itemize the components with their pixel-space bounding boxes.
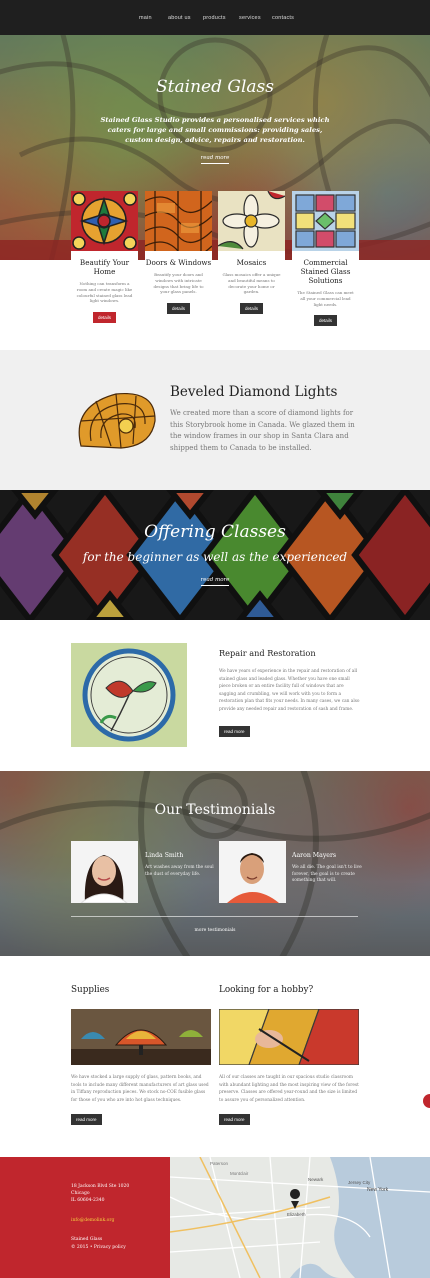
card-beautify-home: Beautify Your Home Nothing can transform…: [71, 191, 138, 327]
testimonial-quote: We all die. The goal isn't to live forev…: [292, 865, 362, 883]
card-title: Commercial Stained Glass Solutions: [300, 258, 351, 285]
footer-brand: Stained Glass: [71, 1237, 103, 1242]
supplies-read-more-button[interactable]: read more: [71, 1114, 102, 1125]
footer-address-line2: Chicago: [71, 1191, 90, 1196]
card-title: Beautify Your Home: [79, 258, 130, 276]
card-text: The Stained Glass can meet all your comm…: [297, 290, 354, 307]
hero-text: Stained Glass Studio provides a personal…: [100, 116, 330, 144]
footer-contact: 18 Jackson Blvd Ste 1020 Chicago IL 6060…: [0, 1157, 170, 1278]
hero-read-more-label[interactable]: read more: [200, 155, 230, 164]
card-doors-windows: Doors & Windows Beautify your doors and …: [144, 191, 213, 327]
map-label-new-york: New York: [367, 1187, 389, 1193]
supplies-title: Supplies: [71, 985, 110, 995]
hobby-text: All of our classes are taught in our spa…: [219, 1075, 359, 1103]
map-label-jersey-city: Jersey City: [348, 1180, 371, 1185]
card-commercial: Commercial Stained Glass Solutions The S…: [292, 191, 359, 327]
beveled-title: Beveled Diamond Lights: [170, 384, 338, 400]
card-text: Nothing can transform a room and create …: [76, 281, 133, 304]
avatar-aaron: [219, 841, 286, 903]
supplies-text: We have stocked a large supply of glass,…: [71, 1075, 209, 1103]
details-button[interactable]: details: [313, 315, 337, 327]
hobby-title: Looking for a hobby?: [219, 985, 314, 995]
map-graphic: [170, 1157, 430, 1278]
hero-read-more[interactable]: read more: [0, 155, 430, 164]
card-image-doors: [144, 191, 213, 258]
footer-email-link[interactable]: info@demolink.org: [71, 1217, 114, 1224]
scroll-top-button[interactable]: [423, 1094, 430, 1108]
nav-contacts[interactable]: contacts: [272, 15, 294, 21]
card-image-commercial: [292, 191, 359, 251]
lamp-shell-image: [78, 392, 156, 449]
testimonial-quote: Art washes away from the soul the dust o…: [145, 865, 214, 877]
map[interactable]: Newark Jersey City New York Elizabeth Mo…: [170, 1157, 430, 1278]
nav-about-us[interactable]: about us: [168, 15, 191, 21]
testimonial-name: Linda Smith: [145, 852, 184, 859]
repair-text: We have years of experience in the repai…: [219, 669, 360, 712]
nav-main[interactable]: main: [139, 15, 152, 21]
classes-read-more[interactable]: read more: [0, 577, 430, 586]
card-image-beautify: [71, 191, 138, 251]
top-nav: main about us products services contacts: [0, 0, 430, 35]
hero-overlay: [0, 35, 430, 260]
footer-address-line1: 18 Jackson Blvd Ste 1020: [71, 1184, 130, 1189]
classes-subtitle: for the beginner as well as the experien…: [82, 550, 348, 564]
testimonial-name: Aaron Mayers: [292, 852, 337, 859]
hobby-image: [219, 1009, 359, 1065]
details-button[interactable]: details: [166, 303, 190, 315]
classes-banner: Offering Classes for the beginner as wel…: [0, 490, 430, 620]
hero-title: Stained Glass: [156, 77, 274, 97]
details-button[interactable]: details: [239, 303, 263, 315]
testimonials-divider: [71, 916, 358, 917]
nav-products[interactable]: products: [203, 15, 226, 21]
map-label-newark: Newark: [308, 1177, 324, 1182]
card-image-mosaics: [217, 190, 286, 251]
more-testimonials-link[interactable]: more testimonials: [0, 928, 430, 933]
card-text: Beautify your doors and windows with int…: [153, 272, 204, 295]
classes-read-more-label[interactable]: read more: [200, 577, 230, 586]
map-label-montclair: Montclair: [230, 1171, 249, 1176]
map-label-paterson: Paterson: [210, 1161, 229, 1166]
repair-read-more-button[interactable]: read more: [219, 726, 250, 737]
testimonials-title: Our Testimonials: [154, 802, 276, 818]
map-label-elizabeth: Elizabeth: [287, 1212, 306, 1217]
card-text: Glass mosaics offer a unique and beautif…: [222, 272, 281, 295]
details-button[interactable]: details: [92, 312, 116, 324]
classes-title: Offering Classes: [144, 522, 286, 542]
footer-address-line3: IL 60604-2340: [71, 1198, 105, 1203]
supplies-image: [71, 1009, 211, 1065]
avatar-linda: [71, 841, 138, 903]
hero-banner: Stained Glass Stained Glass Studio provi…: [0, 35, 430, 260]
testimonials-section: Our Testimonials Linda Smith Art washes …: [0, 771, 430, 956]
card-title: Mosaics: [236, 258, 267, 267]
card-mosaics: Mosaics Glass mosaics offer a unique and…: [217, 190, 286, 327]
card-title: Doors & Windows: [145, 258, 212, 267]
repair-image: [71, 643, 187, 747]
nav-services[interactable]: services: [239, 15, 261, 21]
beveled-text: We created more than a score of diamond …: [170, 409, 355, 452]
footer-copyright[interactable]: © 2015 • Privacy policy: [71, 1244, 126, 1251]
hobby-read-more-button[interactable]: read more: [219, 1114, 250, 1125]
repair-title: Repair and Restoration: [219, 648, 316, 658]
